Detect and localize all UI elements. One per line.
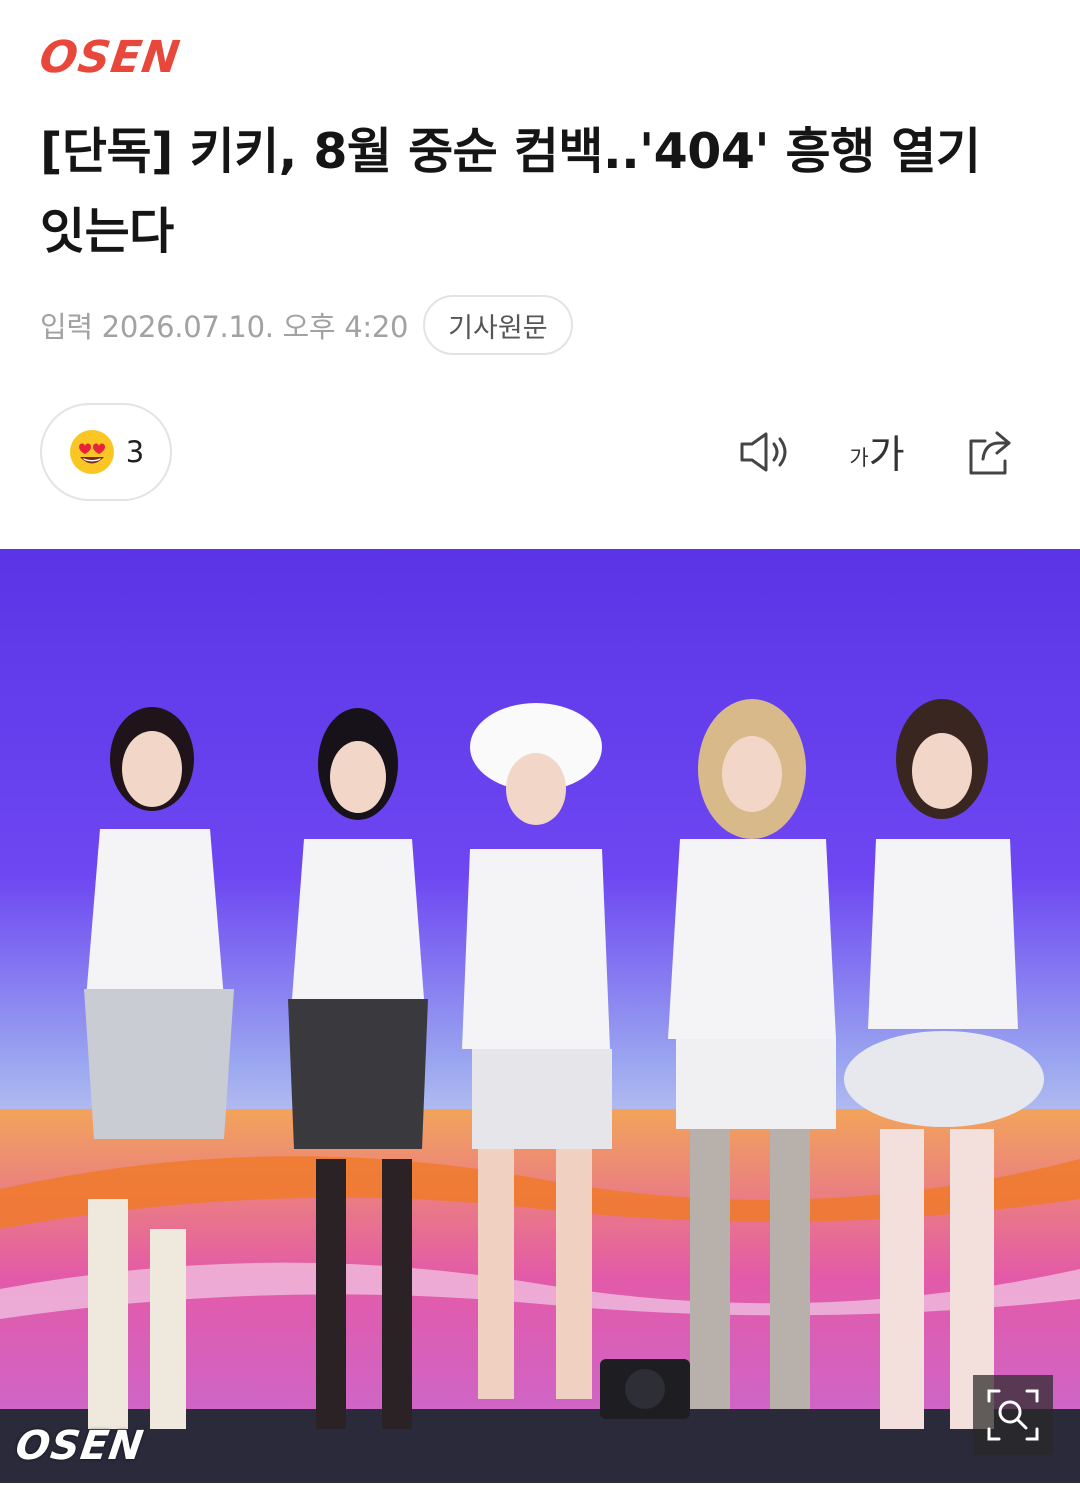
article-photo[interactable]: OSEN xyxy=(0,549,1080,1483)
photo-zoom-button[interactable] xyxy=(973,1375,1053,1455)
share-button[interactable] xyxy=(960,424,1020,480)
stage-photo xyxy=(0,549,1080,1483)
osen-logo[interactable]: OSEN xyxy=(36,32,184,83)
source-article-button[interactable]: 기사원문 xyxy=(423,295,573,355)
reaction-count: 3 xyxy=(125,435,145,469)
osen-logo-text: OSEN xyxy=(36,32,184,83)
reaction-button[interactable]: 3 xyxy=(40,403,172,501)
share-icon xyxy=(969,431,1011,475)
article-input-date: 입력 2026.07.10. 오후 4:20 xyxy=(40,310,409,344)
heart-eyes-emoji-icon xyxy=(69,430,114,474)
audio-button[interactable] xyxy=(734,424,794,480)
font-large-label: 가 xyxy=(868,433,905,478)
font-small-label: 가 xyxy=(849,446,869,470)
font-size-button[interactable]: 가 가 xyxy=(844,424,910,480)
speaker-icon xyxy=(740,432,787,472)
zoom-icon xyxy=(987,1389,1039,1441)
article-meta: 입력 2026.07.10. 오후 4:20 기사원문 xyxy=(40,295,573,355)
photo-watermark: OSEN xyxy=(12,1423,147,1469)
article-headline: [단독] 키키, 8월 중순 컴백..'404' 흥행 열기 잇는다 xyxy=(40,123,981,260)
